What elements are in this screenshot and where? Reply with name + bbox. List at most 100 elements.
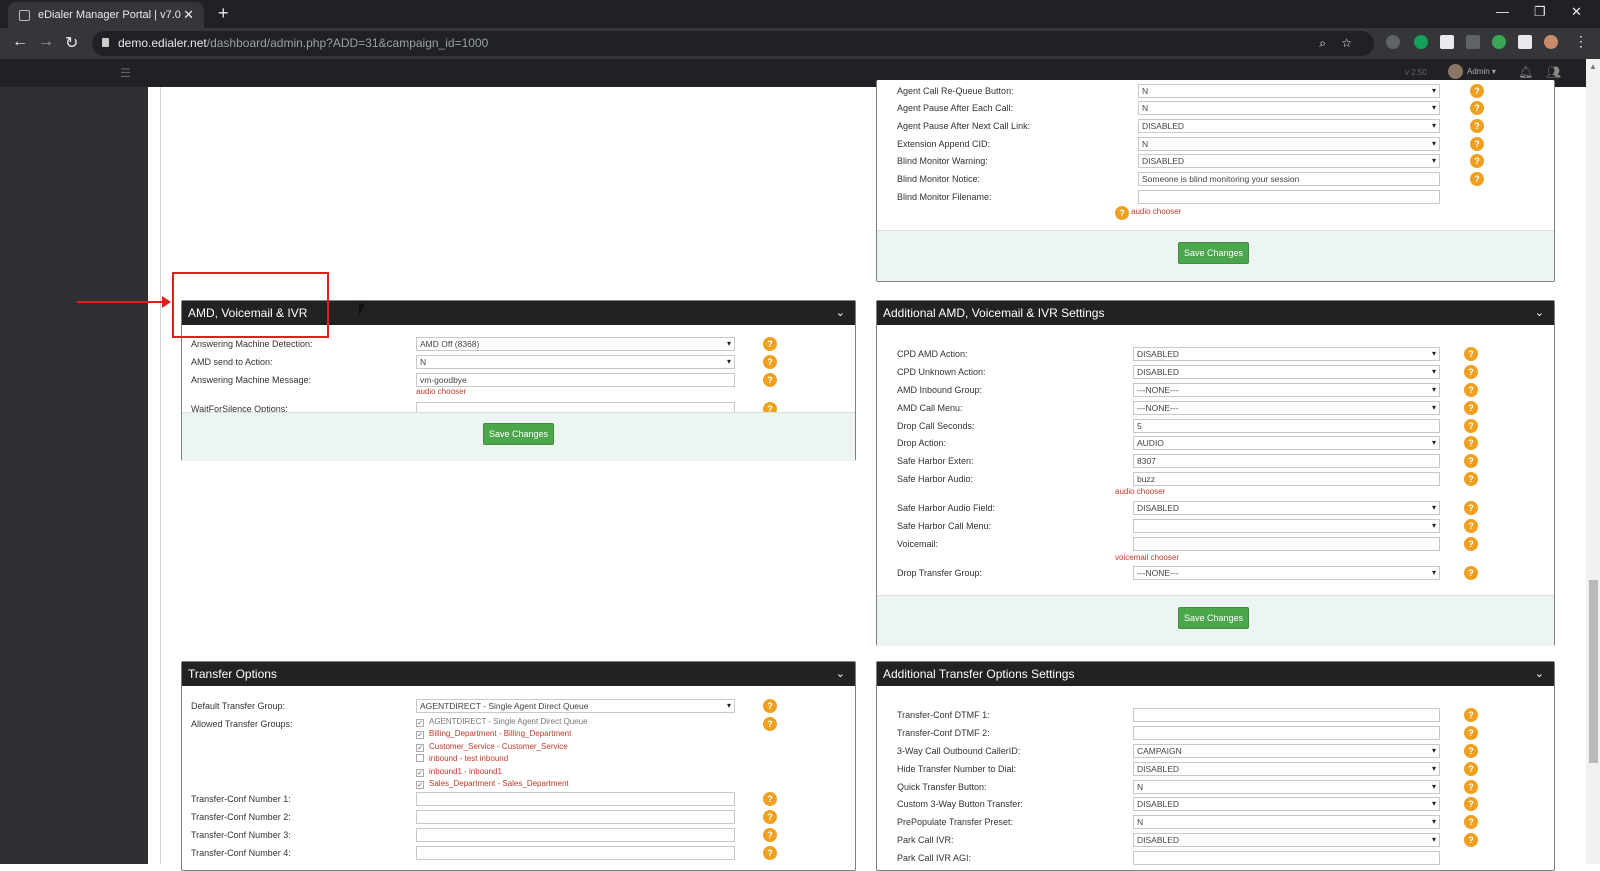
help-icon[interactable]: ? <box>1470 84 1484 98</box>
help-icon[interactable]: ? <box>1470 119 1484 133</box>
help-icon[interactable]: ? <box>1464 833 1478 847</box>
browser-tab[interactable]: eDialer Manager Portal | v7.0 ✕ <box>8 2 204 28</box>
field-input[interactable] <box>416 792 735 806</box>
checkbox[interactable]: ✓ <box>416 743 424 752</box>
more-extension-icon[interactable] <box>1466 35 1480 49</box>
help-icon[interactable]: ? <box>1470 172 1484 186</box>
field-input[interactable] <box>416 846 735 860</box>
reload-icon[interactable]: ↻ <box>65 33 78 53</box>
help-icon[interactable]: ? <box>1464 436 1478 450</box>
help-icon[interactable]: ? <box>1464 419 1478 433</box>
field-select[interactable]: N <box>1133 780 1440 794</box>
field-select[interactable]: DISABLED <box>1133 501 1440 515</box>
transfer-group-checkbox-row[interactable]: inbound - test inbound <box>416 753 508 765</box>
help-icon[interactable]: ? <box>763 337 777 351</box>
chrome-menu-icon[interactable]: ⋮ <box>1574 33 1588 50</box>
field-select[interactable]: DISABLED <box>1138 154 1440 168</box>
field-select[interactable]: N <box>1138 137 1440 151</box>
help-icon[interactable]: ? <box>1464 401 1478 415</box>
hamburger-menu-icon[interactable]: ☰ <box>120 66 131 80</box>
field-select[interactable] <box>1133 519 1440 533</box>
help-icon[interactable]: ? <box>1464 365 1478 379</box>
history-extension-icon[interactable] <box>1386 35 1400 49</box>
field-input[interactable]: 5 <box>1133 419 1440 433</box>
save-changes-button[interactable]: Save Changes <box>1178 242 1249 264</box>
profile-avatar-icon[interactable] <box>1544 35 1558 49</box>
help-icon[interactable]: ? <box>1464 501 1478 515</box>
help-icon[interactable]: ? <box>1464 797 1478 811</box>
help-icon[interactable]: ? <box>1464 537 1478 551</box>
checkbox[interactable] <box>416 754 424 763</box>
audio-chooser-link[interactable]: audio chooser <box>416 387 466 396</box>
additional-transfer-panel-header[interactable]: Additional Transfer Options Settings ⌄ <box>877 662 1554 686</box>
field-select[interactable]: DISABLED <box>1133 833 1440 847</box>
help-icon[interactable]: ? <box>1470 101 1484 115</box>
field-input[interactable]: buzz <box>1133 472 1440 486</box>
field-input[interactable]: Someone is blind monitoring your session <box>1138 172 1440 186</box>
help-icon[interactable]: ? <box>1464 762 1478 776</box>
close-tab-icon[interactable]: ✕ <box>183 2 194 28</box>
field-input[interactable] <box>1133 708 1440 722</box>
checkbox[interactable]: ✓ <box>416 731 424 740</box>
transfer-group-checkbox-row[interactable]: ✓ inbound1 - inbound1 <box>416 766 502 778</box>
additional-amd-panel-header[interactable]: Additional AMD, Voicemail & IVR Settings… <box>877 301 1554 325</box>
help-icon[interactable]: ? <box>763 355 777 369</box>
save-changes-button[interactable]: Save Changes <box>1178 607 1249 629</box>
field-select[interactable]: ---NONE--- <box>1133 383 1440 397</box>
help-icon[interactable]: ? <box>763 717 777 731</box>
chevron-down-icon[interactable]: ⌄ <box>1535 662 1544 686</box>
help-icon[interactable]: ? <box>763 792 777 806</box>
new-tab-icon[interactable]: + <box>218 3 229 24</box>
field-select[interactable]: N <box>416 355 735 369</box>
field-select[interactable]: ---NONE--- <box>1133 401 1440 415</box>
field-input[interactable] <box>1133 851 1440 865</box>
field-select[interactable]: DISABLED <box>1133 347 1440 361</box>
audio-chooser-link[interactable]: audio chooser <box>1131 207 1181 216</box>
transfer-group-checkbox-row[interactable]: ✓ Sales_Department - Sales_Department <box>416 778 569 790</box>
help-icon[interactable]: ? <box>1464 383 1478 397</box>
minimize-icon[interactable]: — <box>1496 4 1509 19</box>
help-icon[interactable]: ? <box>1470 154 1484 168</box>
help-icon[interactable]: ? <box>1464 726 1478 740</box>
scroll-up-arrow-icon[interactable]: ▲ <box>1589 62 1597 71</box>
help-icon[interactable]: ? <box>763 373 777 387</box>
help-icon[interactable]: ? <box>1464 519 1478 533</box>
field-select[interactable]: N <box>1138 101 1440 115</box>
help-icon[interactable]: ? <box>1464 744 1478 758</box>
grammarly-icon[interactable] <box>1414 35 1428 49</box>
field-select[interactable]: N <box>1133 815 1440 829</box>
transfer-group-checkbox-row[interactable]: ✓ Customer_Service - Customer_Service <box>416 741 568 753</box>
help-icon[interactable]: ? <box>763 810 777 824</box>
field-input[interactable] <box>416 828 735 842</box>
field-select[interactable]: DISABLED <box>1133 365 1440 379</box>
help-icon[interactable]: ? <box>763 846 777 860</box>
chevron-down-icon[interactable]: ⌄ <box>836 301 845 325</box>
help-icon[interactable]: ? <box>1464 454 1478 468</box>
help-icon[interactable]: ? <box>1470 137 1484 151</box>
field-select[interactable]: AMD Off (8368) <box>416 337 735 351</box>
help-icon[interactable]: ? <box>763 828 777 842</box>
save-changes-button[interactable]: Save Changes <box>483 423 554 445</box>
checkbox[interactable]: ✓ <box>416 719 424 727</box>
field-input[interactable]: vm-goodbye <box>416 373 735 387</box>
field-select[interactable]: DISABLED <box>1138 119 1440 133</box>
close-window-icon[interactable]: ✕ <box>1571 4 1582 20</box>
field-select[interactable]: DISABLED <box>1133 797 1440 811</box>
checkbox[interactable]: ✓ <box>416 768 424 777</box>
audio-chooser-link[interactable]: audio chooser <box>1115 487 1165 496</box>
bookmark-star-icon[interactable]: ☆ <box>1341 31 1352 56</box>
admin-user-menu[interactable]: Admin ▾ <box>1467 67 1496 76</box>
field-select[interactable]: CAMPAIGN <box>1133 744 1440 758</box>
help-icon[interactable]: ? <box>1464 566 1478 580</box>
help-icon[interactable]: ? <box>1464 708 1478 722</box>
field-input[interactable] <box>1133 726 1440 740</box>
zoom-icon[interactable]: ⌕ <box>1319 31 1326 56</box>
field-input[interactable] <box>1133 537 1440 551</box>
extensions-puzzle-icon[interactable] <box>1518 35 1532 49</box>
back-icon[interactable]: ← <box>12 33 28 51</box>
field-select[interactable]: N <box>1138 84 1440 98</box>
help-icon[interactable]: ? <box>1464 815 1478 829</box>
checkbox[interactable]: ✓ <box>416 781 424 789</box>
help-icon[interactable]: ? <box>1464 472 1478 486</box>
transfer-group-checkbox-row[interactable]: ✓ Billing_Department - Billing_Department <box>416 728 571 740</box>
